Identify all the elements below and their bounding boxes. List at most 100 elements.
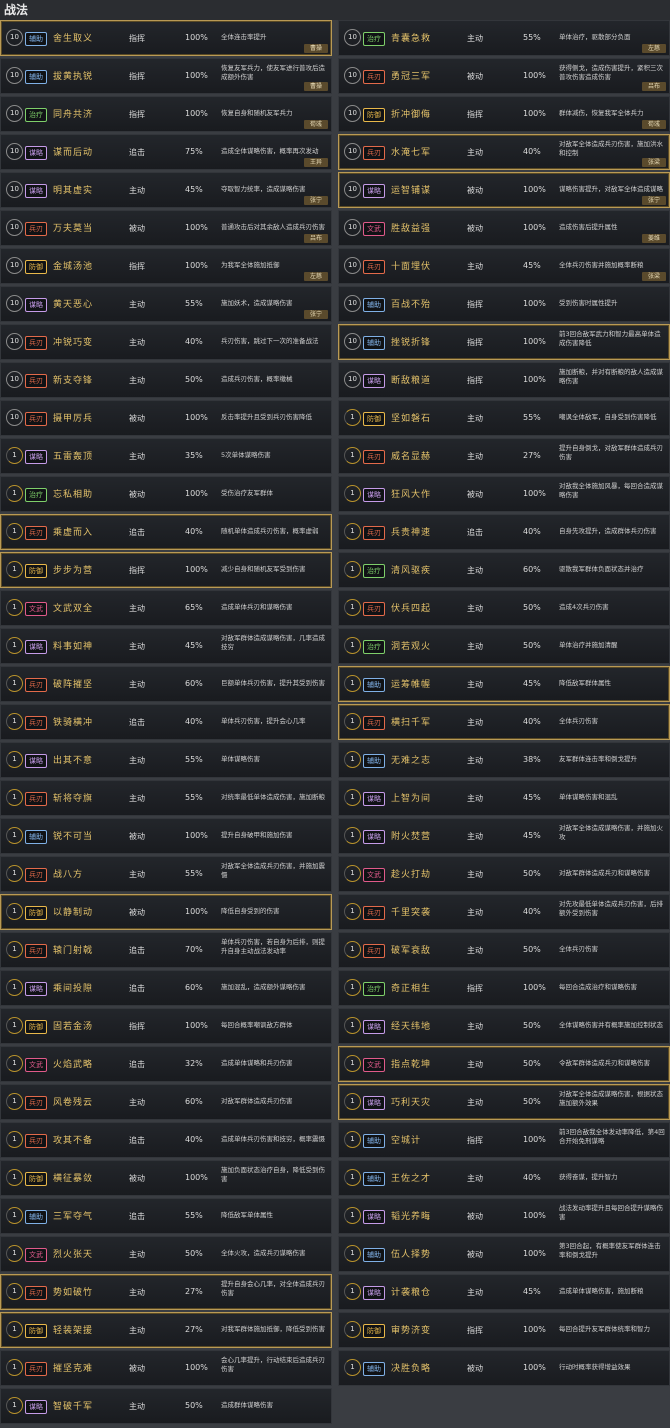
tactic-type: 主动 [129,604,145,613]
tactic-row[interactable]: 1 兵刃 攻其不备 追击 40% 造成单体兵刃伤害和技穷，概率震慑 [0,1122,332,1158]
tactic-row[interactable]: 1 辅助 决胜负略 被动 100% 行动时概率获得增益效果 [338,1350,670,1386]
tactic-row[interactable]: 1 兵刃 战八方 主动 55% 对敌军全体造成兵刃伤害，并施加震慑 [0,856,332,892]
tactic-name: 同舟共济 [53,110,94,120]
tactic-row[interactable]: 1 谋略 智破千军 主动 50% 造成群体谋略伤害 [0,1388,332,1424]
tactic-row[interactable]: 1 谋略 韬光养晦 被动 100% 战法发动率提升且每回合提升谋略伤害 [338,1198,670,1234]
tactic-category-badge: 辅助 [25,70,47,84]
tactic-row[interactable]: 10 兵刃 摄甲厉兵 被动 100% 反击率提升且受到兵刃伤害降低 [0,400,332,436]
tactic-row[interactable]: 1 防御 审势济变 指挥 100% 每回合提升友军群体统率和智力 [338,1312,670,1348]
tactic-row[interactable]: 1 防御 横征暴敛 被动 100% 施加负面状态治疗自身，降低受到伤害 [0,1160,332,1196]
tactic-rate: 50% [185,375,203,384]
tactic-row[interactable]: 10 治疗 同舟共济 指挥 100% 恢复自身和随机友军兵力 荀彧 [0,96,332,132]
tactic-row[interactable]: 1 辅助 王佐之才 主动 40% 获得奋谋，提升智力 [338,1160,670,1196]
tactic-row[interactable]: 10 兵刃 水淹七军 主动 40% 对敌军全体造成兵刃伤害，施加洪水和控制 张梁 [338,134,670,170]
tactic-row[interactable]: 1 谋略 料事如神 主动 45% 对敌军群体造成谋略伤害，几率造成技穷 [0,628,332,664]
tactic-row[interactable]: 1 兵刃 乘虚而入 追击 40% 随机单体造成兵刃伤害，概率虚弱 [0,514,332,550]
tactic-type: 指挥 [129,34,145,43]
tactic-category-badge: 谋略 [25,146,47,160]
tactic-row[interactable]: 1 谋略 五雷轰顶 主动 35% 5次单体谋略伤害 [0,438,332,474]
tactic-row[interactable]: 1 辅助 运筹帷幄 主动 45% 降低敌军群体属性 [338,666,670,702]
tactic-row[interactable]: 1 防御 坚如磐石 主动 55% 嘲讽全体敌军，自身受到伤害降低 [338,400,670,436]
tactic-row[interactable]: 10 辅助 舍生取义 指挥 100% 全体连击率提升 曹操 [0,20,332,56]
tactic-row[interactable]: 1 谋略 出其不意 主动 55% 单体谋略伤害 [0,742,332,778]
tactic-row[interactable]: 1 辅助 三军夺气 追击 55% 降低敌军单体属性 [0,1198,332,1234]
tactic-row[interactable]: 1 谋略 计袭粮仓 主动 45% 造成单体谋略伤害，施加断粮 [338,1274,670,1310]
tactic-type: 指挥 [467,300,483,309]
tactic-row[interactable]: 10 辅助 拔黄执锐 指挥 100% 恢复友军兵力，使友军进行普攻后造成额外伤害 曹操 [0,58,332,94]
hero-tag: 曹操 [303,44,328,53]
tactic-row[interactable]: 1 兵刃 威名显赫 主动 27% 提升自身倒戈，对敌军群体造成兵刃伤害 [338,438,670,474]
tactic-row[interactable]: 10 兵刃 万夫莫当 被动 100% 普通攻击后对其余敌人造成兵刃伤害 吕布 [0,210,332,246]
tactic-rate: 100% [185,261,208,270]
tactic-rate: 50% [523,641,541,650]
tactic-row[interactable]: 1 兵刃 风卷残云 主动 60% 对敌军群体造成兵刃伤害 [0,1084,332,1120]
tactic-description: 对敌军全体造成兵刃伤害，并施加震慑 [221,862,325,879]
tactic-row[interactable]: 10 兵刃 新支夺锋 主动 50% 造成兵刃伤害，概率缴械 [0,362,332,398]
tactic-type: 追击 [129,718,145,727]
tactic-row[interactable]: 1 谋略 狂风大作 被动 100% 对敌我全体施加风暴，每回合造成谋略伤害 [338,476,670,512]
tactic-row[interactable]: 1 治疗 洞若观火 主动 50% 单体治疗并施加清醒 [338,628,670,664]
tactic-row[interactable]: 10 兵刃 十面埋伏 主动 45% 全体兵刃伤害并施加概率断粮 张梁 [338,248,670,284]
tactic-name: 智破千军 [53,1402,94,1412]
tactic-row[interactable]: 10 防御 金城汤池 指挥 100% 为我军全体施加抵御 左慈 [0,248,332,284]
tactic-row[interactable]: 1 兵刃 势如破竹 主动 27% 提升自身会心几率，对全体造成兵刃伤害 [0,1274,332,1310]
tactic-rate: 60% [185,983,203,992]
tactic-row[interactable]: 10 谋略 明其虚实 主动 45% 夺取智力统率，造成谋略伤害 张宁 [0,172,332,208]
tactic-type: 主动 [467,718,483,727]
tactic-row[interactable]: 10 辅助 百战不殆 指挥 100% 受到伤害时属性提升 [338,286,670,322]
tactic-row[interactable]: 1 兵刃 伏兵四起 主动 50% 造成4次兵刃伤害 [338,590,670,626]
tactic-name: 巧利天灾 [391,1098,432,1108]
tactic-row[interactable]: 1 兵刃 千里突袭 主动 40% 对先攻最低单体造成兵刃伤害，后排额外受到伤害 [338,894,670,930]
tactic-row[interactable]: 1 辅助 伍人择势 被动 100% 第3回合起，有概率使友军群体连击率和倒戈提升 [338,1236,670,1272]
tactic-row[interactable]: 1 文武 烈火张天 主动 50% 全体火攻，造成兵刃谋略伤害 [0,1236,332,1272]
tactic-name: 决胜负略 [391,1364,432,1374]
level-ring-icon: 1 [344,561,361,578]
tactic-row[interactable]: 10 兵刃 冲锐巧变 主动 40% 兵刃伤害，跳过下一次的准备战法 [0,324,332,360]
tactic-row[interactable]: 1 辅助 无难之志 主动 38% 友军群体连击率和倒戈提升 [338,742,670,778]
tactic-row[interactable]: 10 谋略 谋而后动 追击 75% 造成全体谋略伤害，概率再次发动 王异 [0,134,332,170]
tactic-category-badge: 辅助 [363,1172,385,1186]
tactic-type: 主动 [129,756,145,765]
tactic-row[interactable]: 1 兵刃 斩将夺旗 主动 55% 对统率最低单体造成伤害，施加断粮 [0,780,332,816]
tactic-row[interactable]: 1 兵刃 摧坚克难 被动 100% 会心几率提升，行动结束后造成兵刃伤害 [0,1350,332,1386]
tactic-row[interactable]: 1 谋略 巧利天灾 主动 50% 对敌军全体造成谋略伤害，根据状态施加额外效果 [338,1084,670,1120]
tactic-row[interactable]: 10 治疗 青囊急救 主动 55% 单体治疗，驱散部分负面 左慈 [338,20,670,56]
tactic-row[interactable]: 10 兵刃 勇冠三军 被动 100% 获得侧戈，造成伤害提升，紧积三次普攻伤害造成伤害 吕布 [338,58,670,94]
tactic-row[interactable]: 1 兵刃 横扫千军 主动 40% 全体兵刃伤害 [338,704,670,740]
tactic-row[interactable]: 1 防御 轻装架援 主动 27% 对我军群体施加抵御，降低受到伤害 [0,1312,332,1348]
tactic-row[interactable]: 1 兵刃 铁骑横冲 追击 40% 单体兵刃伤害，提升会心几率 [0,704,332,740]
level-ring-icon: 1 [6,1245,23,1262]
tactic-row[interactable]: 1 谋略 乘间投隙 追击 60% 施加混乱，造成额外谋略伤害 [0,970,332,1006]
tactic-row[interactable]: 10 谋略 黄天恶心 主动 55% 施加妖术，造成谋略伤害 张宁 [0,286,332,322]
tactic-rate: 100% [523,337,546,346]
tactic-row[interactable]: 1 辅助 锐不可当 被动 100% 提升自身破甲和施加伤害 [0,818,332,854]
tactic-row[interactable]: 1 文武 火焰武略 追击 32% 造成单体谋略和兵刃伤害 [0,1046,332,1082]
tactic-row[interactable]: 10 文武 胜敌益强 被动 100% 造成伤害后提升属性 姜维 [338,210,670,246]
tactic-row[interactable]: 10 防御 折冲御侮 指挥 100% 群体减伤，恢复我军全体兵力 荀彧 [338,96,670,132]
tactic-row[interactable]: 1 兵刃 兵贵神速 追击 40% 自身先攻提升，造成群体兵刃伤害 [338,514,670,550]
tactic-row[interactable]: 1 兵刃 辕门射戟 追击 70% 单体兵刃伤害，若自身为后排，则提升自身主动战法发动率 [0,932,332,968]
tactic-row[interactable]: 1 谋略 经天纬地 主动 50% 全体谋略伤害并有概率施加控制状态 [338,1008,670,1044]
tactic-row[interactable]: 1 防御 固若金汤 指挥 100% 每回合概率嘲讽敌方群体 [0,1008,332,1044]
tactic-row[interactable]: 1 防御 步步为营 指挥 100% 减少自身和随机友军受到伤害 [0,552,332,588]
tactic-row[interactable]: 1 谋略 上智为间 主动 45% 单体谋略伤害和混乱 [338,780,670,816]
tactic-row[interactable]: 10 谋略 断敌粮道 指挥 100% 施加断粮，并对有断粮的敌人造成谋略伤害 [338,362,670,398]
tactic-row[interactable]: 1 兵刃 破阵摧坚 主动 60% 巨额单体兵刃伤害，提升其受到伤害 [0,666,332,702]
tactic-type: 追击 [129,148,145,157]
tactic-row[interactable]: 1 兵刃 破军衰敌 主动 50% 全体兵刃伤害 [338,932,670,968]
tactic-row[interactable]: 1 文武 指点乾坤 主动 50% 令敌军群体造成兵刃和谋略伤害 [338,1046,670,1082]
tactic-row[interactable]: 1 文武 文武双全 主动 65% 造成单体兵刃和谋略伤害 [0,590,332,626]
tactic-rate: 100% [523,1325,546,1334]
tactic-row[interactable]: 10 谋略 运智铺谋 被动 100% 谋略伤害提升，对敌军全体造成谋略 张宁 [338,172,670,208]
tactic-row[interactable]: 10 辅助 挫锐折锋 指挥 100% 前3回合敌军武力和智力最高单体造成伤害降低 [338,324,670,360]
tactic-row[interactable]: 1 治疗 忘私相助 被动 100% 受伤治疗友军群体 [0,476,332,512]
tactic-row[interactable]: 1 治疗 清风驱疾 主动 60% 驱散我军群体负面状态并治疗 [338,552,670,588]
tactic-row[interactable]: 1 辅助 空城计 指挥 100% 前3回合敌我全体发动率降低，第4回合开始免刑谋略 [338,1122,670,1158]
tactic-rate: 100% [523,299,546,308]
level-ring-icon: 1 [6,1397,23,1414]
tactic-description: 群体减伤，恢复我军全体兵力 [559,109,644,117]
tactic-row[interactable]: 1 谋略 附火焚营 主动 45% 对敌军全体造成谋略伤害，并施加火攻 [338,818,670,854]
tactic-row[interactable]: 1 文武 趁火打劫 主动 50% 对敌军群体造成兵刃和谋略伤害 [338,856,670,892]
tactic-row[interactable]: 1 治疗 奇正相生 指挥 100% 每回合造成治疗和谋略伤害 [338,970,670,1006]
tactic-row[interactable]: 1 防御 以静制动 被动 100% 降低自身受到的伤害 [0,894,332,930]
